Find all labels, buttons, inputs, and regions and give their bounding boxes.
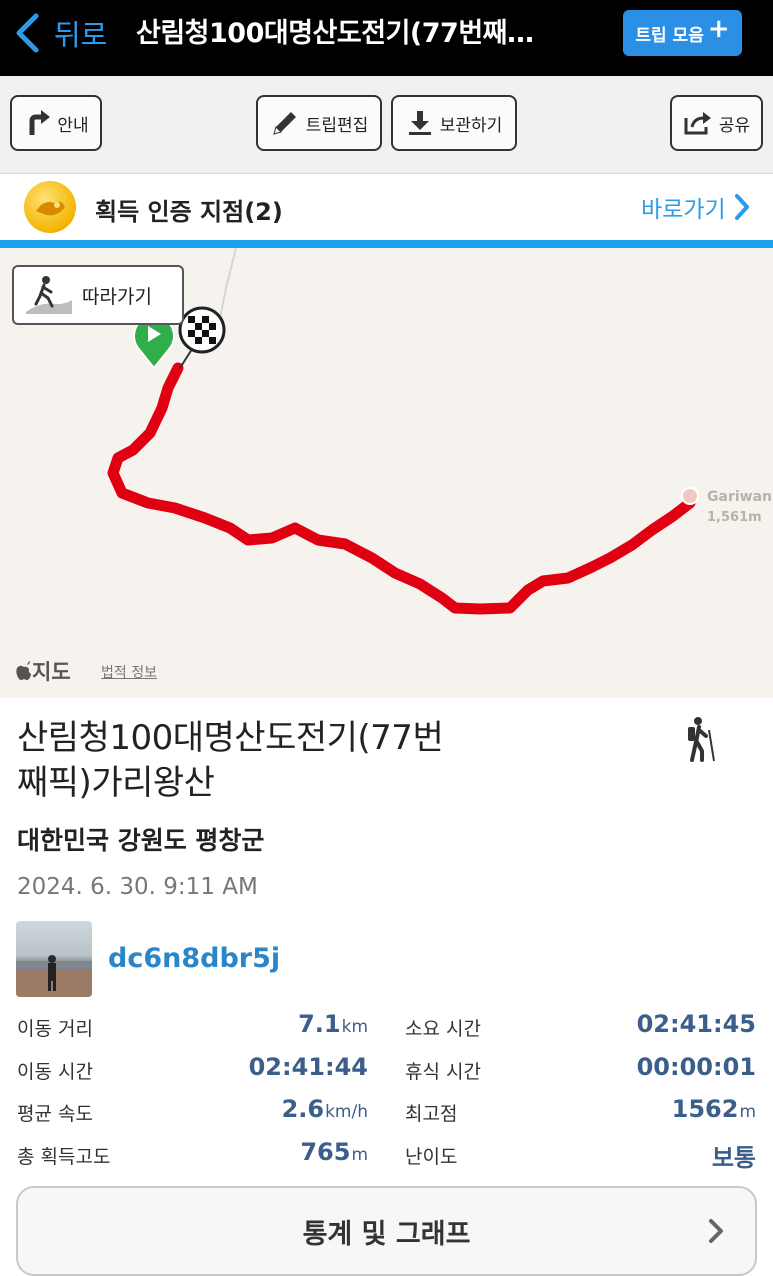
- share-icon: [684, 112, 711, 135]
- rest-time-value: 00:00:01: [636, 1053, 756, 1081]
- go-to-label: 바로가기: [641, 197, 726, 223]
- hiker-follow-icon: [26, 276, 72, 314]
- guide-label: 안내: [57, 115, 89, 136]
- avg-speed-label: 평균 속도: [17, 1103, 93, 1125]
- distance-value: 7.1km: [298, 1010, 368, 1038]
- peak-name-label: Gariwan: [707, 489, 772, 505]
- stats-and-graph-label: 통계 및 그래프: [302, 1219, 471, 1250]
- avatar[interactable]: [16, 921, 92, 997]
- maps-provider-label: 지도: [32, 660, 71, 684]
- page-title: 산림청100대명산도전기(77번째…: [136, 18, 534, 49]
- chevron-left-icon: [16, 13, 39, 53]
- trip-collection-button[interactable]: 트립 모음 +: [623, 10, 742, 56]
- route-line: [107, 362, 696, 615]
- elevation-gain-value: 765m: [300, 1138, 368, 1166]
- moving-time-label: 이동 시간: [17, 1061, 93, 1083]
- chevron-right-icon: [709, 1219, 723, 1243]
- peak-marker: [681, 487, 699, 505]
- elapsed-time-value: 02:41:45: [636, 1010, 756, 1038]
- maps-provider-logo: 지도: [16, 656, 71, 686]
- peak-elevation-label: 1,561m: [707, 510, 762, 525]
- trip-date: 2024. 6. 30. 9:11 AM: [17, 874, 258, 900]
- edit-trip-label: 트립편집: [305, 115, 369, 136]
- trip-title: 산림청100대명산도전기(77번째픽)가리왕산: [17, 718, 444, 803]
- turn-right-icon: [29, 110, 51, 135]
- difficulty-label: 난이도: [405, 1146, 458, 1168]
- trip-collection-label: 트립 모음: [635, 25, 704, 46]
- stats-and-graph-button[interactable]: 통계 및 그래프: [16, 1186, 757, 1276]
- guide-button[interactable]: 안내: [10, 95, 102, 151]
- save-label: 보관하기: [439, 115, 503, 136]
- share-button[interactable]: 공유: [670, 95, 763, 151]
- certification-bar[interactable]: 획득 인증 지점(2) 바로가기: [0, 174, 773, 240]
- username-link[interactable]: dc6n8dbr5j: [108, 943, 280, 974]
- map-view[interactable]: 따라가기 Gariwan 1,561m 지도 법적 정보: [0, 248, 773, 698]
- follow-label: 따라가기: [82, 285, 152, 308]
- download-icon: [408, 111, 431, 135]
- gold-medal-icon: [24, 181, 76, 233]
- chevron-right-icon: [734, 194, 749, 220]
- elevation-gain-label: 총 획득고도: [17, 1146, 111, 1168]
- avg-speed-value: 2.6km/h: [281, 1095, 368, 1123]
- go-to-link[interactable]: 바로가기: [641, 190, 750, 224]
- difficulty-value: 보통: [711, 1144, 756, 1172]
- hiking-icon: [688, 717, 715, 762]
- apple-logo-icon: [16, 661, 31, 680]
- elapsed-time-label: 소요 시간: [405, 1018, 481, 1040]
- max-altitude-value: 1562m: [671, 1095, 756, 1123]
- edit-trip-button[interactable]: 트립편집: [256, 95, 382, 151]
- toolbar: 안내 트립편집 보관하기 공유: [0, 76, 773, 174]
- rest-time-label: 휴식 시간: [405, 1061, 481, 1083]
- section-divider: [0, 240, 773, 248]
- share-label: 공유: [718, 115, 751, 136]
- distance-label: 이동 거리: [17, 1018, 93, 1040]
- follow-button[interactable]: 따라가기: [12, 265, 184, 325]
- finish-flag-icon: [178, 306, 226, 369]
- back-button[interactable]: 뒤로: [14, 10, 107, 56]
- back-label: 뒤로: [54, 18, 108, 52]
- navigation-bar: 뒤로 산림청100대명산도전기(77번째… 트립 모음 +: [0, 0, 773, 76]
- pencil-icon: [272, 112, 296, 135]
- trip-region: 대한민국 강원도 평창군: [17, 826, 265, 855]
- max-altitude-label: 최고점: [405, 1103, 458, 1125]
- save-button[interactable]: 보관하기: [391, 95, 517, 151]
- plus-icon: +: [707, 14, 730, 44]
- moving-time-value: 02:41:44: [248, 1053, 368, 1081]
- certification-label: 획득 인증 지점(2): [95, 198, 283, 226]
- legal-info-link[interactable]: 법적 정보: [101, 662, 157, 682]
